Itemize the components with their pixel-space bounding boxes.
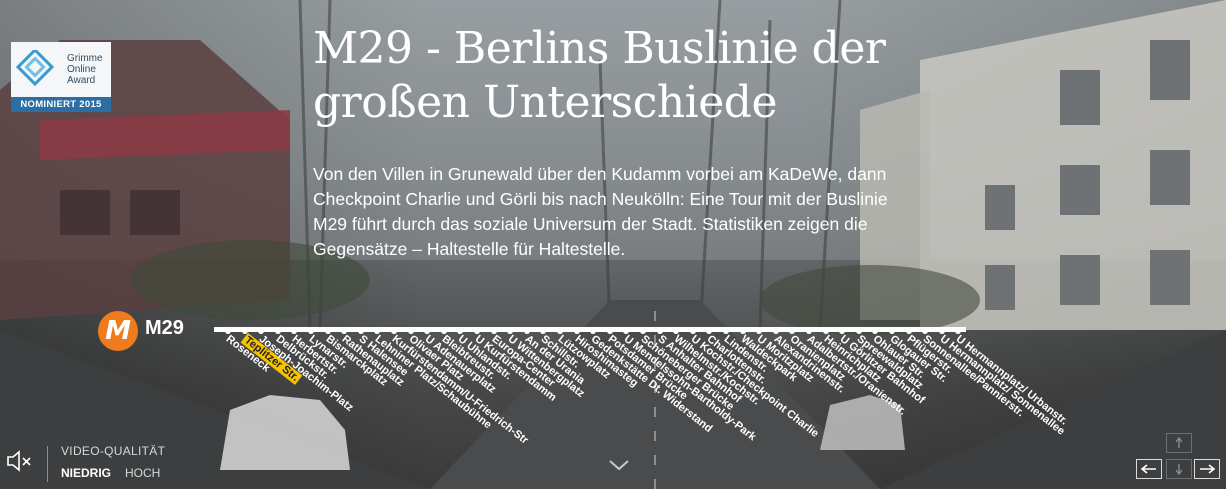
nav-right-button[interactable] [1194,459,1220,479]
quality-low-option[interactable]: NIEDRIG [61,466,111,480]
controls-divider [47,446,48,482]
route-stops: Roseneck Teplitzer Str. Joseph-Joachim-Pla… [0,0,1226,489]
arrow-left-icon [1140,464,1156,474]
quality-high-option[interactable]: HOCH [125,466,160,480]
nav-up-button[interactable] [1166,433,1192,453]
video-quality-label: VIDEO-QUALITÄT [61,444,166,458]
stop-label: U Hermannplatz/ Sonnenallee [937,333,1067,438]
arrow-down-icon [1175,464,1183,476]
hero-stage: Grimme Online Award NOMINIERT 2015 M29 -… [0,0,1226,489]
nav-down-button[interactable] [1166,459,1192,479]
arrow-up-icon [1175,436,1183,448]
arrow-right-icon [1200,464,1216,474]
nav-left-button[interactable] [1136,459,1162,479]
chevron-down-icon[interactable] [608,458,630,472]
speaker-mute-icon[interactable] [6,449,34,473]
